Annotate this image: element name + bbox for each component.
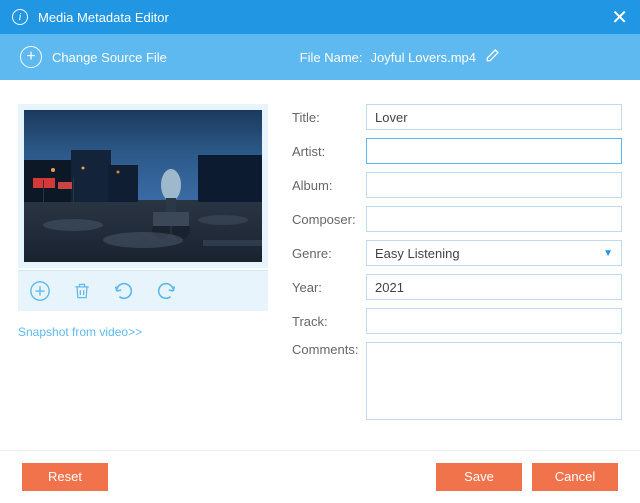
- input-year[interactable]: [366, 274, 622, 300]
- add-thumbnail-icon[interactable]: [28, 279, 52, 303]
- label-genre: Genre:: [292, 246, 366, 261]
- select-genre[interactable]: Easy Listening ▼: [366, 240, 622, 266]
- redo-icon[interactable]: [154, 279, 178, 303]
- row-album: Album:: [292, 172, 622, 198]
- snapshot-link[interactable]: Snapshot from video>>: [18, 325, 142, 339]
- cancel-button[interactable]: Cancel: [532, 463, 618, 491]
- input-composer[interactable]: [366, 206, 622, 232]
- chevron-down-icon: ▼: [603, 248, 613, 259]
- edit-filename-icon[interactable]: [484, 48, 500, 67]
- label-comments: Comments:: [292, 342, 366, 357]
- video-thumbnail: [24, 110, 262, 262]
- row-genre: Genre: Easy Listening ▼: [292, 240, 622, 266]
- titlebar: i Media Metadata Editor ✕: [0, 0, 640, 34]
- row-year: Year:: [292, 274, 622, 300]
- reset-button[interactable]: Reset: [22, 463, 108, 491]
- select-genre-value: Easy Listening: [375, 246, 460, 261]
- change-source-button[interactable]: Change Source File: [52, 50, 167, 65]
- input-track[interactable]: [366, 308, 622, 334]
- close-icon[interactable]: ✕: [611, 5, 628, 30]
- info-icon: i: [12, 9, 28, 25]
- row-track: Track:: [292, 308, 622, 334]
- input-artist[interactable]: [366, 138, 622, 164]
- filename-label: File Name:: [300, 50, 363, 65]
- undo-icon[interactable]: [112, 279, 136, 303]
- label-album: Album:: [292, 178, 366, 193]
- row-artist: Artist:: [292, 138, 622, 164]
- footer-bar: Reset Save Cancel: [0, 450, 640, 502]
- plus-icon[interactable]: +: [20, 46, 42, 68]
- window-title: Media Metadata Editor: [38, 10, 611, 25]
- input-title[interactable]: [366, 104, 622, 130]
- input-comments[interactable]: [366, 342, 622, 420]
- content-area: Snapshot from video>> Title: Artist: Alb…: [0, 80, 640, 450]
- save-button[interactable]: Save: [436, 463, 522, 491]
- label-year: Year:: [292, 280, 366, 295]
- thumbnail-toolbar: [18, 270, 268, 311]
- label-track: Track:: [292, 314, 366, 329]
- filename-value: Joyful Lovers.mp4: [371, 50, 477, 65]
- left-column: Snapshot from video>>: [18, 104, 268, 440]
- label-composer: Composer:: [292, 212, 366, 227]
- row-title: Title:: [292, 104, 622, 130]
- input-album[interactable]: [366, 172, 622, 198]
- delete-thumbnail-icon[interactable]: [70, 279, 94, 303]
- row-composer: Composer:: [292, 206, 622, 232]
- thumbnail-container: [18, 104, 268, 268]
- form-column: Title: Artist: Album: Composer: Genre: E…: [292, 104, 622, 440]
- label-artist: Artist:: [292, 144, 366, 159]
- row-comments: Comments:: [292, 342, 622, 420]
- label-title: Title:: [292, 110, 366, 125]
- source-bar: + Change Source File File Name: Joyful L…: [0, 34, 640, 80]
